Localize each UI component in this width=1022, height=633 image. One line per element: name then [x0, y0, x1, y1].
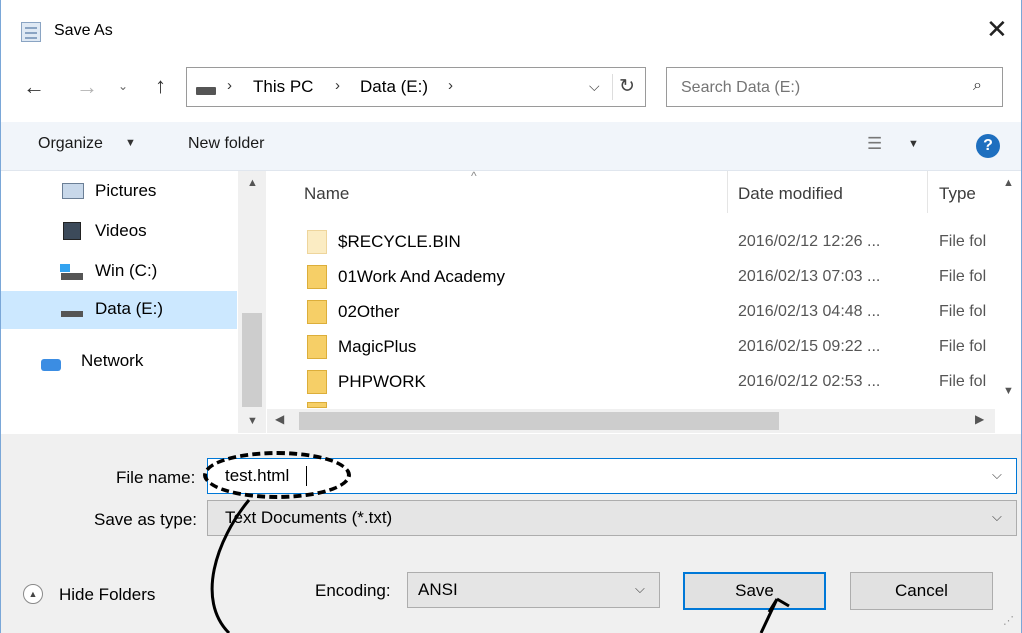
annotation-arrow — [210, 499, 790, 633]
save-as-dialog: Save As ✕ ← → ⌄ ↑ › This PC › Data (E:) … — [0, 0, 1022, 633]
